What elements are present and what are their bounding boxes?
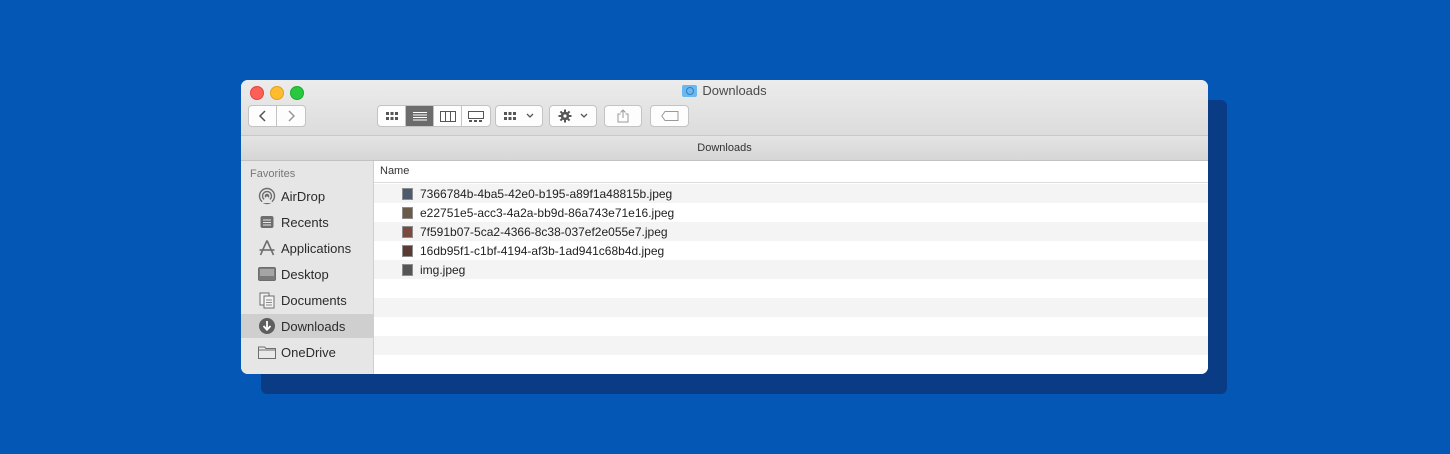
file-name: 7366784b-4ba5-42e0-b195-a89f1a48815b.jpe… — [420, 186, 673, 201]
gear-icon — [558, 109, 571, 123]
list-item[interactable]: img.jpeg — [374, 260, 1208, 279]
chevron-down-icon — [526, 113, 534, 118]
back-button[interactable] — [249, 106, 277, 126]
share-button[interactable] — [604, 105, 642, 127]
empty-row — [374, 355, 1208, 374]
folder-icon — [258, 343, 276, 361]
icon-grid-icon — [385, 112, 398, 120]
list-view-button[interactable] — [406, 106, 434, 126]
column-view-button[interactable] — [434, 106, 462, 126]
chevron-right-icon — [288, 110, 296, 122]
airdrop-icon — [258, 187, 276, 205]
documents-icon — [258, 291, 276, 309]
chevron-left-icon — [258, 110, 266, 122]
empty-row — [374, 279, 1208, 298]
sidebar-item-label: Applications — [281, 240, 352, 256]
group-by-button[interactable] — [495, 105, 543, 127]
sidebar-item-recents[interactable]: Recents — [241, 210, 373, 234]
jpeg-file-icon — [402, 263, 413, 276]
gallery-view-button[interactable] — [462, 106, 490, 126]
applications-icon — [258, 239, 276, 257]
list-item[interactable]: e22751e5-acc3-4a2a-bb9d-86a743e71e16.jpe… — [374, 203, 1208, 222]
view-mode-control — [377, 105, 491, 127]
list-item[interactable]: 7366784b-4ba5-42e0-b195-a89f1a48815b.jpe… — [374, 184, 1208, 203]
list-item[interactable]: 16db95f1-c1bf-4194-af3b-1ad941c68b4d.jpe… — [374, 241, 1208, 260]
sidebar-item-label: Documents — [281, 292, 347, 308]
toolbar: Downloads — [241, 80, 1208, 136]
list-item[interactable]: 7f591b07-5ca2-4366-8c38-037ef2e055e7.jpe… — [374, 222, 1208, 241]
jpeg-file-icon — [402, 225, 413, 238]
empty-row — [374, 317, 1208, 336]
recents-icon — [258, 213, 276, 231]
file-name: e22751e5-acc3-4a2a-bb9d-86a743e71e16.jpe… — [420, 205, 675, 220]
jpeg-file-icon — [402, 244, 413, 257]
sidebar-item-applications[interactable]: Applications — [241, 236, 373, 260]
sidebar-item-label: Desktop — [281, 266, 329, 282]
nav-buttons — [248, 105, 306, 127]
sidebar-item-label: AirDrop — [281, 188, 326, 204]
jpeg-file-icon — [402, 187, 413, 200]
tag-icon — [660, 111, 678, 121]
sidebar-item-documents[interactable]: Documents — [241, 288, 373, 312]
forward-button[interactable] — [277, 106, 305, 126]
downloads-folder-icon — [682, 85, 698, 97]
gallery-icon — [468, 110, 484, 122]
column-header-name[interactable]: Name — [374, 161, 1208, 183]
finder-window: Downloads Downloads Favorites AirDrop Re… — [241, 80, 1208, 374]
sidebar-item-onedrive[interactable]: OneDrive — [241, 340, 373, 364]
file-list: Name 7366784b-4ba5-42e0-b195-a89f1a48815… — [374, 161, 1208, 374]
downloads-icon — [258, 317, 276, 335]
sidebar-heading: Favorites — [250, 168, 296, 180]
list-lines-icon — [412, 112, 427, 121]
empty-row — [374, 336, 1208, 355]
sidebar: Favorites AirDrop Recents Applications D… — [241, 161, 374, 374]
sidebar-item-label: Recents — [281, 214, 329, 230]
sidebar-item-downloads[interactable]: Downloads — [241, 314, 373, 338]
icon-view-button[interactable] — [378, 106, 406, 126]
jpeg-file-icon — [402, 206, 413, 219]
sidebar-item-desktop[interactable]: Desktop — [241, 262, 373, 286]
sidebar-item-label: OneDrive — [281, 344, 336, 360]
file-name: 7f591b07-5ca2-4366-8c38-037ef2e055e7.jpe… — [420, 224, 668, 239]
columns-icon — [439, 110, 456, 122]
chevron-down-icon — [580, 113, 587, 118]
sidebar-item-airdrop[interactable]: AirDrop — [241, 184, 373, 208]
desktop-icon — [258, 265, 276, 283]
sidebar-item-label: Downloads — [281, 318, 346, 334]
group-grid-icon — [504, 112, 516, 120]
file-name: 16db95f1-c1bf-4194-af3b-1ad941c68b4d.jpe… — [420, 243, 665, 258]
empty-row — [374, 298, 1208, 317]
action-button[interactable] — [549, 105, 597, 127]
path-bar: Downloads — [241, 136, 1208, 161]
file-name: img.jpeg — [420, 262, 466, 277]
share-icon — [617, 109, 629, 123]
window-title: Downloads — [241, 83, 1208, 98]
tag-button[interactable] — [650, 105, 689, 127]
